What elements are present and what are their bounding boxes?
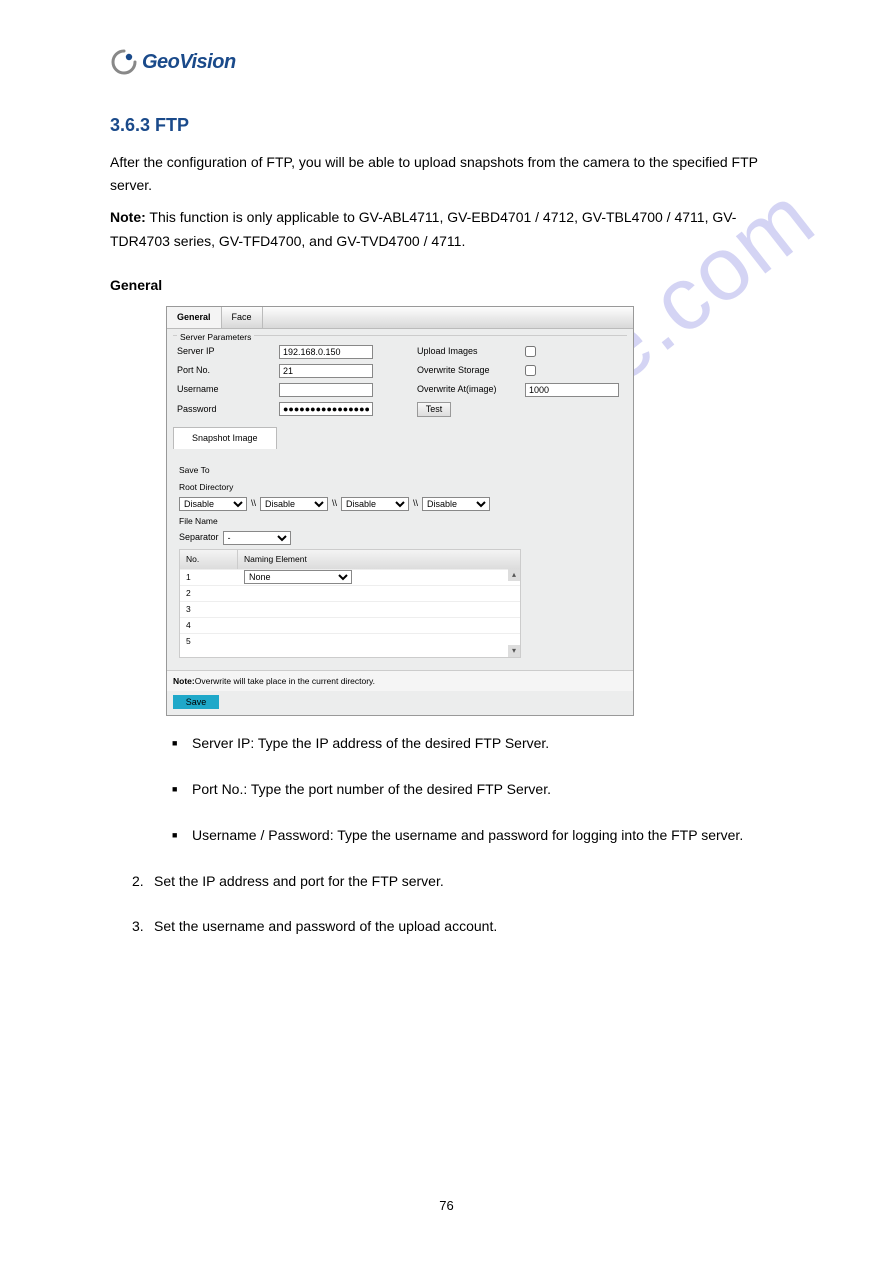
logo-text: GeoVision bbox=[142, 51, 236, 74]
bullet-list: Server IP: Type the IP address of the de… bbox=[192, 732, 783, 847]
step-2-text: Set the IP address and port for the FTP … bbox=[154, 873, 444, 889]
step-2-num: 2. bbox=[132, 870, 154, 894]
snapshot-subtabs: Snapshot Image bbox=[173, 427, 627, 449]
table-row: 5 bbox=[180, 633, 520, 649]
subheading-general: General bbox=[110, 274, 783, 298]
ftp-config-panel: General Face Server Parameters Server IP… bbox=[166, 306, 634, 717]
panel-tabs: General Face bbox=[167, 307, 633, 329]
input-username[interactable] bbox=[279, 383, 373, 397]
save-button[interactable]: Save bbox=[173, 695, 219, 709]
table-body: ▴ ▾ 1 None 2 3 4 5 bbox=[180, 569, 520, 657]
fieldset-label: Server Parameters bbox=[177, 330, 254, 344]
step-3-num: 3. bbox=[132, 915, 154, 939]
select-separator[interactable]: - bbox=[223, 531, 291, 545]
step-list: 2.Set the IP address and port for the FT… bbox=[132, 870, 783, 940]
label-file-name: File Name bbox=[179, 514, 621, 528]
input-overwrite-at[interactable] bbox=[525, 383, 619, 397]
server-parameters-fieldset: Server Parameters Server IP Upload Image… bbox=[173, 335, 627, 421]
root-dir-row: Disable \\ Disable \\ Disable \\ Disable bbox=[179, 496, 621, 511]
table-header: No. Naming Element bbox=[180, 550, 520, 568]
slash-3: \\ bbox=[413, 496, 418, 511]
th-naming: Naming Element bbox=[238, 550, 520, 568]
label-upload-images: Upload Images bbox=[417, 344, 525, 359]
checkbox-upload-images[interactable] bbox=[525, 346, 536, 357]
naming-table: No. Naming Element ▴ ▾ 1 None 2 3 4 5 bbox=[179, 549, 521, 657]
label-save-to: Save To bbox=[179, 463, 621, 477]
section-heading: 3.6.3 FTP bbox=[110, 110, 783, 141]
page-number: 76 bbox=[0, 1198, 893, 1213]
label-overwrite-at: Overwrite At(image) bbox=[417, 382, 525, 397]
input-password[interactable] bbox=[279, 402, 373, 416]
logo-swirl-icon bbox=[110, 48, 138, 76]
label-separator: Separator bbox=[179, 530, 219, 545]
tab-general[interactable]: General bbox=[167, 307, 222, 328]
td-no-1: 1 bbox=[180, 570, 238, 584]
table-row: 4 bbox=[180, 617, 520, 633]
scroll-up-icon[interactable]: ▴ bbox=[508, 569, 520, 581]
th-no: No. bbox=[180, 550, 238, 568]
table-row: 3 bbox=[180, 601, 520, 617]
snapshot-body: Save To Root Directory Disable \\ Disabl… bbox=[173, 455, 627, 663]
note-strip-text: Overwrite will take place in the current… bbox=[195, 676, 375, 686]
separator-row: Separator - bbox=[179, 530, 621, 545]
select-dir-2[interactable]: Disable bbox=[260, 497, 328, 511]
label-root-dir: Root Directory bbox=[179, 480, 621, 494]
test-button[interactable]: Test bbox=[417, 402, 451, 417]
label-password: Password bbox=[177, 402, 279, 417]
logo: GeoVision bbox=[110, 48, 236, 76]
slash-2: \\ bbox=[332, 496, 337, 511]
label-port: Port No. bbox=[177, 363, 279, 378]
select-naming-1[interactable]: None bbox=[244, 570, 352, 584]
td-no-2: 2 bbox=[180, 586, 238, 600]
td-no-5: 5 bbox=[180, 634, 238, 648]
label-server-ip: Server IP bbox=[177, 344, 279, 359]
scroll-down-icon[interactable]: ▾ bbox=[508, 645, 520, 657]
checkbox-overwrite-storage[interactable] bbox=[525, 365, 536, 376]
label-overwrite-storage: Overwrite Storage bbox=[417, 363, 525, 378]
step-3-text: Set the username and password of the upl… bbox=[154, 918, 497, 934]
input-port[interactable] bbox=[279, 364, 373, 378]
td-no-4: 4 bbox=[180, 618, 238, 632]
td-no-3: 3 bbox=[180, 602, 238, 616]
step-3: 3.Set the username and password of the u… bbox=[132, 915, 783, 939]
note-label: Note: bbox=[110, 209, 146, 225]
table-row: 2 bbox=[180, 585, 520, 601]
slash-1: \\ bbox=[251, 496, 256, 511]
bullet-port: Port No.: Type the port number of the de… bbox=[192, 778, 783, 802]
input-server-ip[interactable] bbox=[279, 345, 373, 359]
note-line: Note: This function is only applicable t… bbox=[110, 206, 783, 254]
panel-note-strip: Note:Overwrite will take place in the cu… bbox=[167, 670, 633, 691]
bullet-user-pass: Username / Password: Type the username a… bbox=[192, 824, 783, 848]
note-text: This function is only applicable to GV-A… bbox=[110, 209, 736, 249]
label-username: Username bbox=[177, 382, 279, 397]
intro-text: After the configuration of FTP, you will… bbox=[110, 151, 783, 199]
bullet-server-ip: Server IP: Type the IP address of the de… bbox=[192, 732, 783, 756]
page-content: 3.6.3 FTP After the configuration of FTP… bbox=[110, 110, 783, 961]
select-dir-4[interactable]: Disable bbox=[422, 497, 490, 511]
tab-snapshot-image[interactable]: Snapshot Image bbox=[173, 427, 277, 449]
select-dir-1[interactable]: Disable bbox=[179, 497, 247, 511]
table-row: 1 None bbox=[180, 569, 520, 585]
tab-face[interactable]: Face bbox=[222, 307, 263, 328]
step-2: 2.Set the IP address and port for the FT… bbox=[132, 870, 783, 894]
select-dir-3[interactable]: Disable bbox=[341, 497, 409, 511]
note-strip-label: Note: bbox=[173, 676, 195, 686]
